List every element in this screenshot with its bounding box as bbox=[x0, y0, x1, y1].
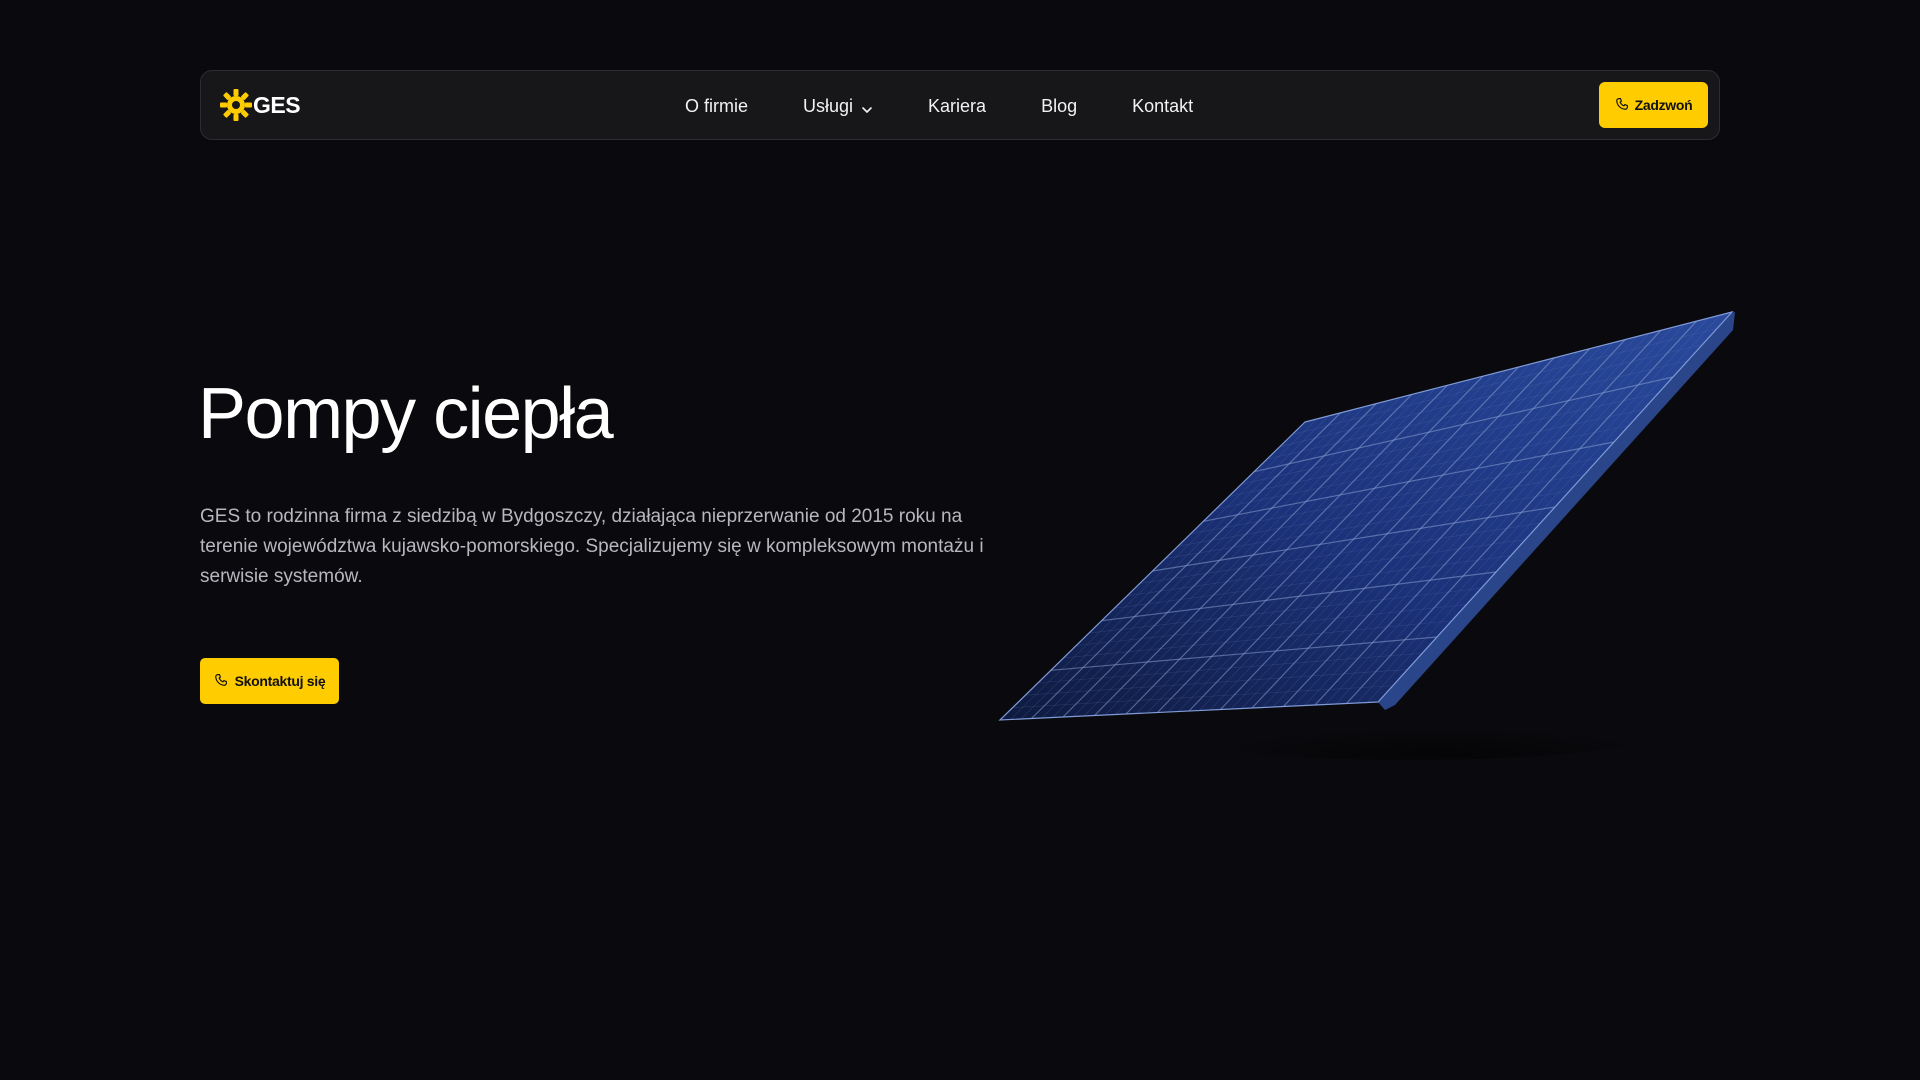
nav-item-label: Kariera bbox=[928, 95, 987, 116]
solar-panel-image bbox=[990, 300, 1750, 760]
nav-item-label: Blog bbox=[1041, 95, 1078, 116]
nav-item-label: O firmie bbox=[685, 95, 748, 116]
nav-item-blog[interactable]: Blog bbox=[1041, 96, 1077, 117]
logo[interactable]: GES bbox=[219, 88, 301, 122]
nav-item-o-firmie[interactable]: O firmie bbox=[685, 96, 748, 117]
nav-links: O firmie Usługi Kariera Blog Kontakt bbox=[685, 71, 1193, 141]
page: GES O firmie Usługi Kariera Blog Kontakt… bbox=[0, 0, 1920, 1080]
contact-button[interactable]: Skontaktuj się bbox=[200, 658, 339, 704]
logo-text: GES bbox=[253, 91, 301, 118]
hero-description: GES to rodzinna firma z siedzibą w Bydgo… bbox=[200, 506, 984, 587]
contact-button-label: Skontaktuj się bbox=[234, 673, 326, 689]
nav-item-label: Kontakt bbox=[1132, 95, 1194, 116]
nav-item-kontakt[interactable]: Kontakt bbox=[1132, 96, 1193, 117]
phone-icon bbox=[1615, 97, 1629, 114]
chevron-down-icon bbox=[861, 100, 873, 113]
nav-item-label: Usługi bbox=[803, 95, 854, 116]
page-title: Pompy ciepła bbox=[198, 374, 614, 454]
phone-icon bbox=[214, 673, 228, 690]
call-button-label: Zadzwoń bbox=[1634, 97, 1693, 113]
navbar: GES O firmie Usługi Kariera Blog Kontakt… bbox=[200, 70, 1720, 140]
sun-gear-icon bbox=[219, 88, 253, 122]
nav-item-kariera[interactable]: Kariera bbox=[928, 96, 986, 117]
call-button[interactable]: Zadzwoń bbox=[1599, 82, 1708, 128]
nav-item-uslugi[interactable]: Usługi bbox=[803, 96, 873, 117]
